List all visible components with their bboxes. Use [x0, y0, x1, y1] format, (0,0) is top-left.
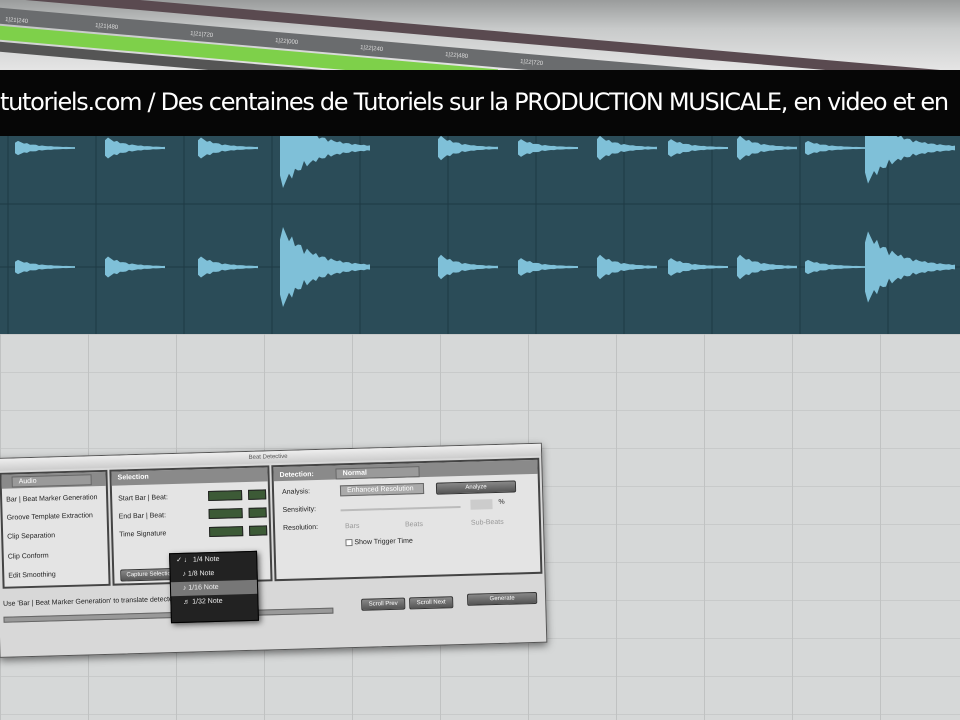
waveform-transient — [280, 136, 370, 189]
banner-text: tutoriels.com / Des centaines de Tutorie… — [0, 88, 949, 116]
waveform-transient — [198, 256, 258, 278]
scroll-prev-button[interactable]: Scroll Prev — [361, 597, 406, 611]
end-beat-field[interactable] — [248, 507, 267, 518]
waveform-transient — [15, 140, 75, 156]
watermark-banner: tutoriels.com / Des centaines de Tutorie… — [0, 70, 960, 136]
detection-mode-dropdown[interactable]: Normal — [335, 466, 420, 480]
analysis-dropdown[interactable]: Enhanced Resolution — [339, 483, 425, 497]
waveform-transient — [280, 226, 370, 308]
menu-item[interactable]: ♬ 1/32 Note — [171, 594, 257, 610]
waveform-view[interactable] — [0, 136, 960, 334]
waveform-transient — [518, 139, 578, 157]
end-label: End Bar | Beat: — [118, 512, 167, 521]
waveform-transient — [105, 256, 165, 278]
waveform-transient — [737, 254, 797, 280]
analysis-label: Analysis: — [281, 488, 311, 496]
waveform-transient — [518, 258, 578, 276]
time-sig-field[interactable] — [209, 526, 244, 538]
waveform-transient — [438, 254, 498, 280]
resolution-label: Resolution: — [282, 523, 319, 532]
operation-radio[interactable]: Clip Separation — [7, 532, 55, 540]
time-sig-label: Time Signature — [119, 530, 167, 539]
analyze-button[interactable]: Analyze — [435, 480, 517, 495]
waveform-transient — [668, 258, 728, 276]
sensitivity-label: Sensitivity: — [282, 506, 317, 514]
resolution-bars-radio[interactable]: Bars — [345, 523, 360, 530]
menu-item-label: 1/32 Note — [192, 597, 223, 606]
waveform-transient — [105, 137, 165, 159]
waveform-transient — [597, 254, 657, 280]
show-trigger-label: Show Trigger Time — [354, 537, 413, 547]
timeline-ruler[interactable]: 1|21|240 1|21|480 1|21|720 1|22|000 1|22… — [0, 0, 960, 72]
operation-radio[interactable]: Bar | Beat Marker Generation — [6, 494, 97, 504]
operation-radio[interactable]: Edit Smoothing — [8, 571, 56, 579]
operation-radio[interactable]: Clip Conform — [8, 553, 49, 561]
waveform-transient — [737, 136, 797, 161]
waveform-transient — [865, 231, 955, 303]
waveform-transient — [865, 136, 955, 184]
detection-panel: Detection: Normal Analysis: Enhanced Res… — [271, 457, 543, 582]
resolution-subbeats-radio[interactable]: Sub-Beats — [471, 519, 504, 527]
waveform-transient — [668, 139, 728, 157]
waveform-transient — [438, 136, 498, 161]
start-label: Start Bar | Beat: — [118, 494, 168, 503]
resolution-beats-radio[interactable]: Beats — [405, 521, 423, 528]
beat-detective-window: Beat Detective Audio Bar | Beat Marker G… — [0, 442, 548, 658]
show-trigger-checkbox[interactable]: Show Trigger Time — [345, 537, 413, 547]
generate-button[interactable]: Generate — [466, 591, 538, 606]
waveform-transient — [805, 259, 865, 275]
menu-item-label: 1/8 Note — [187, 569, 215, 578]
sensitivity-slider[interactable] — [340, 505, 461, 512]
end-bar-field[interactable] — [208, 508, 243, 520]
check-icon: ✓ — [176, 556, 183, 565]
sensitivity-field[interactable] — [470, 499, 493, 510]
waveform-transient — [597, 136, 657, 161]
operation-radio[interactable]: Groove Template Extraction — [7, 512, 93, 521]
menu-item-label: 1/4 Note — [192, 555, 220, 564]
progress-bar — [3, 607, 334, 623]
operation-panel: Audio Bar | Beat Marker Generation Groov… — [0, 469, 111, 589]
time-sig-field-2[interactable] — [248, 525, 268, 536]
waveform-transient — [15, 259, 75, 275]
mode-dropdown[interactable]: Audio — [11, 474, 92, 488]
scroll-next-button[interactable]: Scroll Next — [409, 596, 454, 610]
waveform-transient — [805, 140, 865, 156]
start-beat-field[interactable] — [247, 489, 267, 500]
waveform-transient — [198, 137, 258, 159]
detection-header: Detection: — [279, 471, 314, 480]
selection-header: Selection — [111, 467, 268, 486]
start-bar-field[interactable] — [208, 490, 243, 502]
menu-item-label: 1/16 Note — [188, 583, 219, 592]
percent-label: % — [498, 498, 505, 506]
note-value-menu: ✓ ♩ 1/4 Note ♪ 1/8 Note ♪ 1/16 Note ♬ 1/… — [169, 550, 259, 624]
